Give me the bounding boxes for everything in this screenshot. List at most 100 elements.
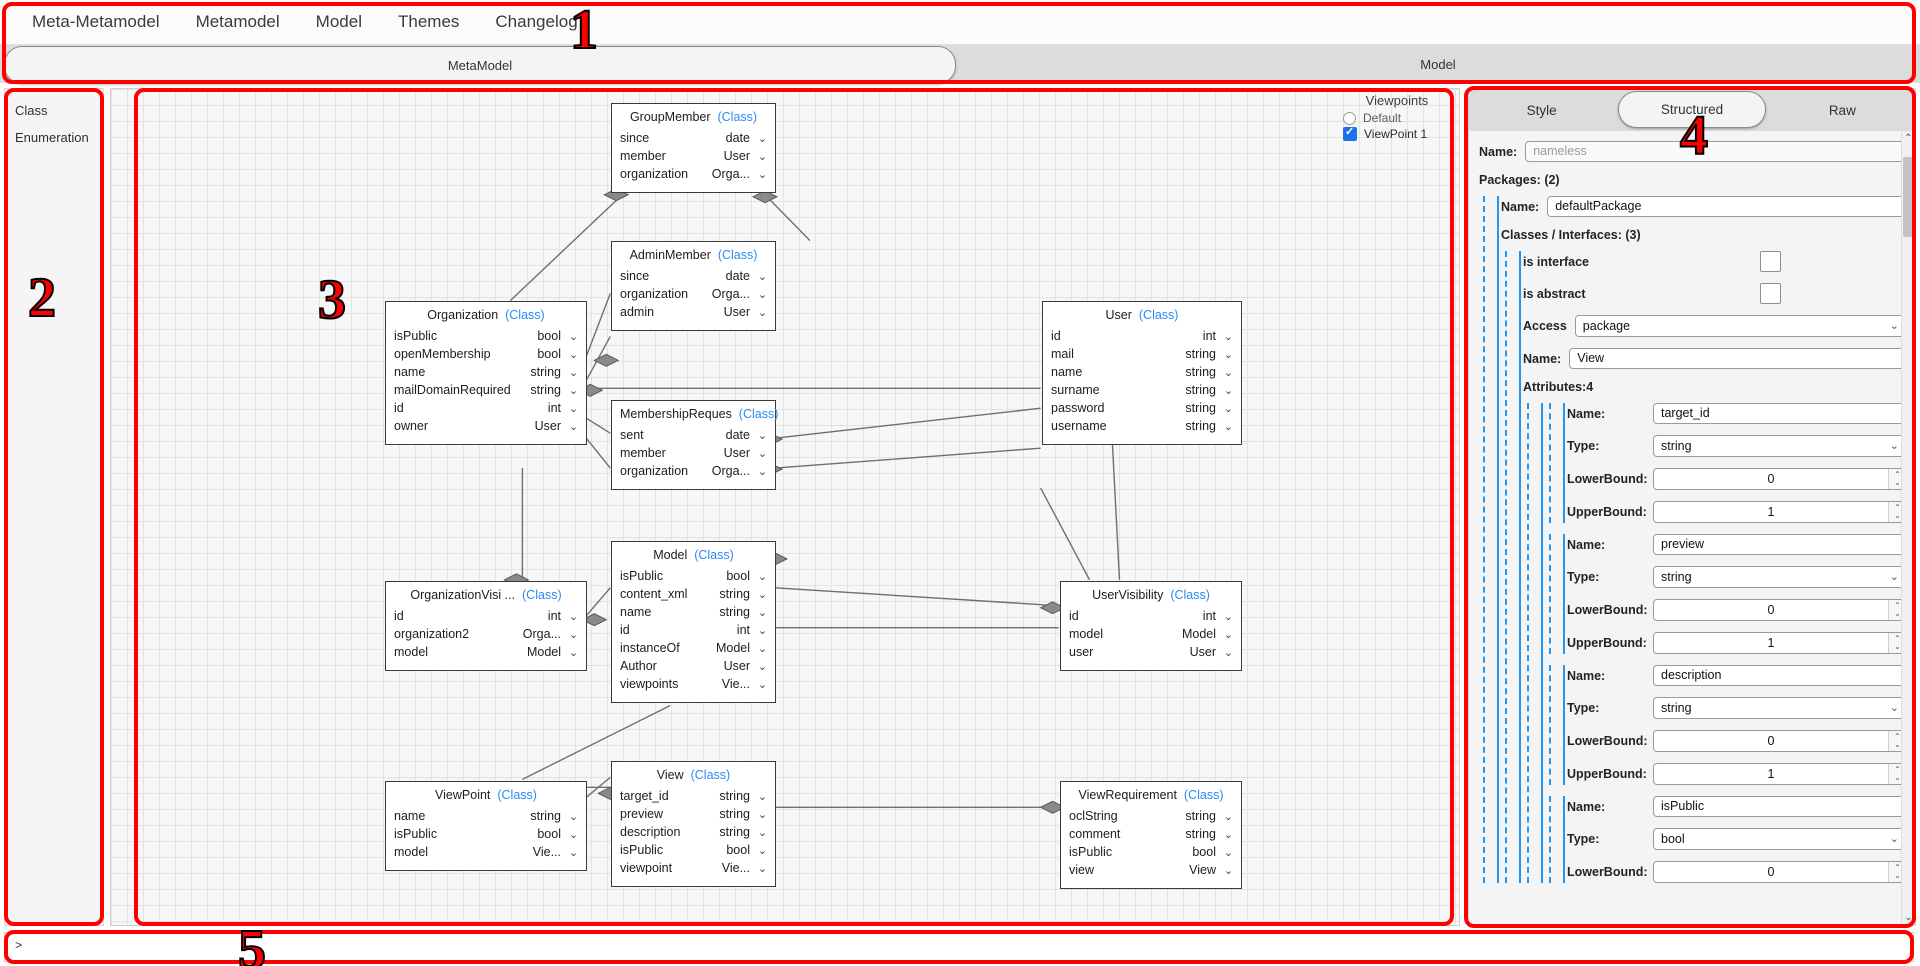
uml-attribute-row[interactable]: username string ⌄ <box>1043 417 1241 435</box>
uml-attribute-row[interactable]: comment string ⌄ <box>1061 825 1241 843</box>
uml-attribute-row[interactable]: id int ⌄ <box>1061 607 1241 625</box>
uml-attribute-row[interactable]: since date ⌄ <box>612 129 775 147</box>
tab-metamodel[interactable]: MetaModel <box>4 46 956 84</box>
attribute-name-input[interactable]: isPublic <box>1653 796 1907 817</box>
attribute-name-input[interactable]: description <box>1653 665 1907 686</box>
uml-attribute-row[interactable]: member User ⌄ <box>612 444 775 462</box>
uml-attribute-row[interactable]: instanceOf Model ⌄ <box>612 639 775 657</box>
chevron-down-icon[interactable]: ⌄ <box>756 826 769 839</box>
chevron-down-icon[interactable]: ⌄ <box>567 402 580 415</box>
uml-attribute-row[interactable]: id int ⌄ <box>612 621 775 639</box>
is-abstract-checkbox[interactable] <box>1760 283 1781 304</box>
uml-attribute-row[interactable]: admin User ⌄ <box>612 303 775 321</box>
uml-attribute-row[interactable]: viewpoint Vie... ⌄ <box>612 859 775 877</box>
uml-attribute-row[interactable]: target_id string ⌄ <box>612 787 775 805</box>
uml-class-box[interactable]: User (Class) id int ⌄ mail string ⌄ name string ⌄… <box>1042 301 1242 445</box>
chevron-down-icon[interactable]: ⌄ <box>1222 402 1235 415</box>
uml-attribute-row[interactable]: model Model ⌄ <box>386 643 586 661</box>
attribute-name-input[interactable]: target_id <box>1653 403 1907 424</box>
uml-attribute-row[interactable]: id int ⌄ <box>1043 327 1241 345</box>
attribute-type-select[interactable]: string ⌄ <box>1653 697 1907 719</box>
uml-attribute-row[interactable]: model Vie... ⌄ <box>386 843 586 861</box>
chevron-down-icon[interactable]: ⌄ <box>756 624 769 637</box>
uml-attribute-row[interactable]: preview string ⌄ <box>612 805 775 823</box>
chevron-down-icon[interactable]: ⌄ <box>1222 348 1235 361</box>
viewpoint-option-default[interactable]: Default <box>1343 111 1453 125</box>
palette-item-enumeration[interactable]: Enumeration <box>5 124 103 151</box>
chevron-down-icon[interactable]: ⌄ <box>756 660 769 673</box>
chevron-down-icon[interactable]: ⌄ <box>756 306 769 319</box>
uml-attribute-row[interactable]: Author User ⌄ <box>612 657 775 675</box>
chevron-down-icon[interactable]: ⌄ <box>567 330 580 343</box>
chevron-down-icon[interactable]: ⌄ <box>567 610 580 623</box>
uml-class-box[interactable]: GroupMember (Class) since date ⌄ member User ⌄… <box>611 103 776 193</box>
chevron-down-icon[interactable]: ⌄ <box>756 150 769 163</box>
chevron-down-icon[interactable]: ⌄ <box>567 846 580 859</box>
chevron-down-icon[interactable]: ⌄ <box>567 420 580 433</box>
uml-attribute-row[interactable]: user User ⌄ <box>1061 643 1241 661</box>
uml-class-box[interactable]: ViewPoint (Class) name string ⌄ isPublic bool… <box>385 781 587 871</box>
chevron-down-icon[interactable]: ⌄ <box>1222 846 1235 859</box>
chevron-down-icon[interactable]: ⌄ <box>1222 828 1235 841</box>
scroll-down-icon[interactable]: ⌄ <box>1902 910 1915 925</box>
uml-class-box[interactable]: AdminMember (Class) since date ⌄ organizatio… <box>611 241 776 331</box>
menu-item-changelog[interactable]: Changelog <box>477 8 595 36</box>
attribute-name-input[interactable]: preview <box>1653 534 1907 555</box>
uml-attribute-row[interactable]: sent date ⌄ <box>612 426 775 444</box>
chevron-down-icon[interactable]: ⌄ <box>1222 646 1235 659</box>
uml-attribute-row[interactable]: model Model ⌄ <box>1061 625 1241 643</box>
uml-class-box[interactable]: MembershipReques (Class) sent date ⌄ member U… <box>611 400 778 490</box>
chevron-down-icon[interactable]: ⌄ <box>567 828 580 841</box>
uml-attribute-row[interactable]: name string ⌄ <box>1043 363 1241 381</box>
class-name-input[interactable]: View <box>1569 348 1907 369</box>
uml-attribute-row[interactable]: isPublic bool ⌄ <box>386 327 586 345</box>
uml-attribute-row[interactable]: viewpoints Vie... ⌄ <box>612 675 775 693</box>
chevron-down-icon[interactable]: ⌄ <box>567 810 580 823</box>
uml-attribute-row[interactable]: member User ⌄ <box>612 147 775 165</box>
chevron-down-icon[interactable]: ⌄ <box>567 366 580 379</box>
uml-attribute-row[interactable]: name string ⌄ <box>386 363 586 381</box>
uml-attribute-row[interactable]: organization2 Orga... ⌄ <box>386 625 586 643</box>
chevron-down-icon[interactable]: ⌄ <box>756 642 769 655</box>
uml-attribute-row[interactable]: mailDomainRequired string ⌄ <box>386 381 586 399</box>
chevron-down-icon[interactable]: ⌄ <box>756 465 769 478</box>
chevron-down-icon[interactable]: ⌄ <box>567 646 580 659</box>
chevron-down-icon[interactable]: ⌄ <box>756 844 769 857</box>
chevron-down-icon[interactable]: ⌄ <box>756 270 769 283</box>
chevron-down-icon[interactable]: ⌄ <box>756 447 769 460</box>
viewpoint-option-viewpoint1[interactable]: ViewPoint 1 <box>1343 125 1453 141</box>
uml-class-box[interactable]: Organization (Class) isPublic bool ⌄ openMem… <box>385 301 587 445</box>
uml-attribute-row[interactable]: content_xml string ⌄ <box>612 585 775 603</box>
uml-class-box[interactable]: Model (Class) isPublic bool ⌄ content_xml str… <box>611 541 776 703</box>
chevron-down-icon[interactable]: ⌄ <box>756 429 769 442</box>
uml-attribute-row[interactable]: organization Orga... ⌄ <box>612 285 775 303</box>
chevron-down-icon[interactable]: ⌄ <box>756 678 769 691</box>
attribute-upperbound-spinner[interactable]: 1 ⌃ ⌄ <box>1653 632 1907 654</box>
uml-attribute-row[interactable]: name string ⌄ <box>386 807 586 825</box>
uml-class-box[interactable]: UserVisibility (Class) id int ⌄ model Model ⌄ u… <box>1060 581 1242 671</box>
menu-item-metamodel[interactable]: Metamodel <box>178 8 298 36</box>
uml-class-box[interactable]: View (Class) target_id string ⌄ preview strin… <box>611 761 776 887</box>
chevron-down-icon[interactable]: ⌄ <box>1222 420 1235 433</box>
uml-class-box[interactable]: OrganizationVisi ... (Class) id int ⌄ organi… <box>385 581 587 671</box>
uml-attribute-row[interactable]: openMembership bool ⌄ <box>386 345 586 363</box>
console-bar[interactable]: > <box>4 932 1914 962</box>
is-interface-checkbox[interactable] <box>1760 251 1781 272</box>
uml-attribute-row[interactable]: name string ⌄ <box>612 603 775 621</box>
chevron-down-icon[interactable]: ⌄ <box>756 808 769 821</box>
chevron-down-icon[interactable]: ⌄ <box>1222 810 1235 823</box>
tab-model[interactable]: Model <box>956 45 1920 83</box>
properties-scrollbar[interactable]: ⌃ ⌄ <box>1901 131 1914 925</box>
uml-attribute-row[interactable]: surname string ⌄ <box>1043 381 1241 399</box>
scroll-up-icon[interactable]: ⌃ <box>1902 131 1915 146</box>
uml-attribute-row[interactable]: id int ⌄ <box>386 399 586 417</box>
diagram-canvas[interactable]: Viewpoints Default ViewPoint 1 GroupMemb… <box>110 88 1460 926</box>
uml-attribute-row[interactable]: isPublic bool ⌄ <box>386 825 586 843</box>
chevron-down-icon[interactable]: ⌄ <box>756 132 769 145</box>
tab-style[interactable]: Style <box>1469 89 1614 131</box>
uml-attribute-row[interactable]: isPublic bool ⌄ <box>612 567 775 585</box>
attribute-upperbound-spinner[interactable]: 1 ⌃ ⌄ <box>1653 501 1907 523</box>
chevron-down-icon[interactable]: ⌄ <box>756 862 769 875</box>
chevron-down-icon[interactable]: ⌄ <box>1222 864 1235 877</box>
uml-attribute-row[interactable]: organization Orga... ⌄ <box>612 462 775 480</box>
